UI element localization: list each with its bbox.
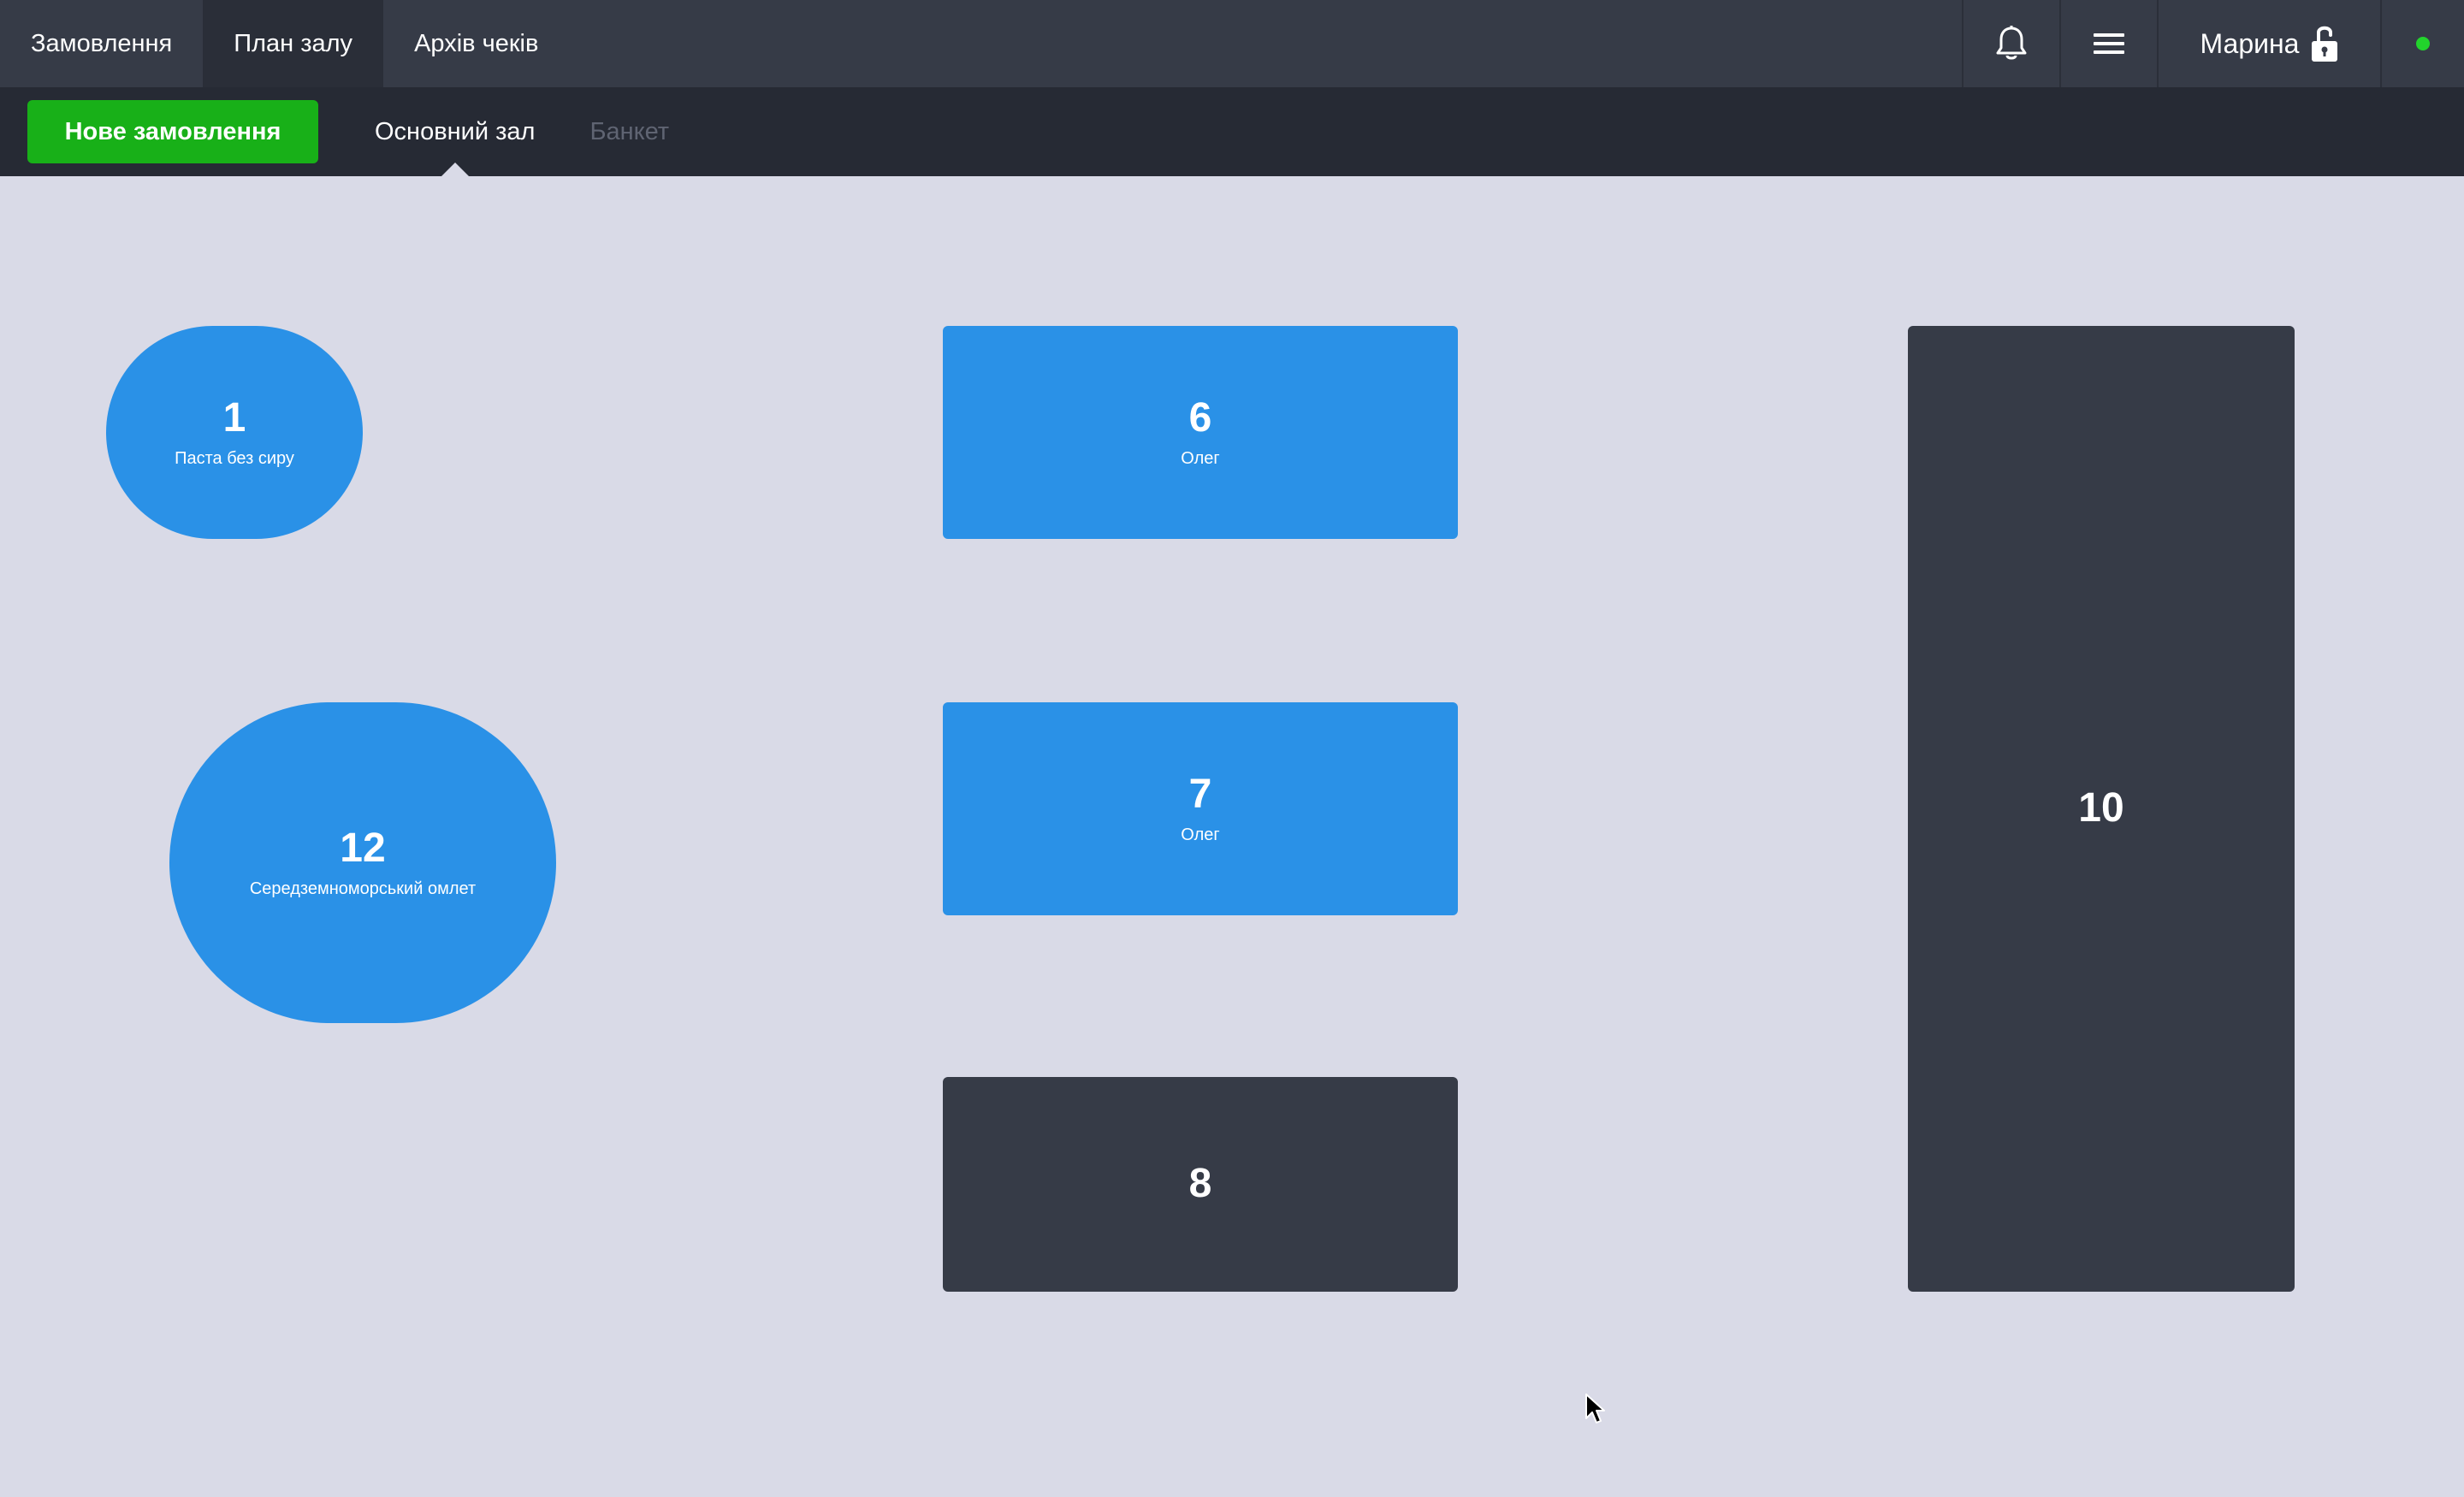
table-number: 12 [340, 825, 386, 871]
top-navigation-bar: Замовлення План залу Архів чеків Марина [0, 0, 2464, 87]
table-1[interactable]: 1 Паста без сиру [106, 326, 363, 539]
user-name: Марина [2200, 27, 2300, 59]
user-button[interactable]: Марина [2157, 0, 2380, 87]
status-indicator-dot [2416, 37, 2430, 50]
table-10[interactable]: 10 [1908, 326, 2295, 1292]
hamburger-menu-icon [2094, 33, 2124, 54]
floor-plan: 1 Паста без сиру 12 Середземноморський о… [0, 176, 2464, 1497]
unlock-icon [2312, 26, 2338, 62]
hall-toolbar: Нове замовлення Основний зал Банкет [0, 87, 2464, 176]
mouse-pointer-icon [1585, 1393, 1605, 1423]
table-6[interactable]: 6 Олег [943, 326, 1458, 539]
bell-icon [1996, 26, 2027, 60]
connection-status [2380, 0, 2464, 87]
table-note: Олег [1181, 449, 1220, 469]
notifications-button[interactable] [1962, 0, 2059, 87]
table-7[interactable]: 7 Олег [943, 702, 1458, 915]
hall-tab-main[interactable]: Основний зал [347, 87, 562, 176]
table-12[interactable]: 12 Середземноморський омлет [169, 702, 556, 1023]
main-menu-button[interactable] [2059, 0, 2157, 87]
table-number: 1 [222, 394, 246, 441]
hall-tab-banquet[interactable]: Банкет [562, 87, 696, 176]
table-note: Паста без сиру [175, 449, 294, 469]
table-number: 10 [2078, 785, 2124, 831]
table-note: Олег [1181, 825, 1220, 845]
table-note: Середземноморський омлет [249, 879, 477, 899]
table-number: 8 [1188, 1161, 1212, 1207]
new-order-button[interactable]: Нове замовлення [27, 100, 318, 163]
tab-receipts-archive[interactable]: Архів чеків [383, 0, 569, 87]
table-number: 6 [1188, 394, 1212, 441]
table-8[interactable]: 8 [943, 1077, 1458, 1292]
table-number: 7 [1188, 771, 1212, 817]
tab-orders[interactable]: Замовлення [0, 0, 203, 87]
tab-floor-plan[interactable]: План залу [203, 0, 384, 87]
